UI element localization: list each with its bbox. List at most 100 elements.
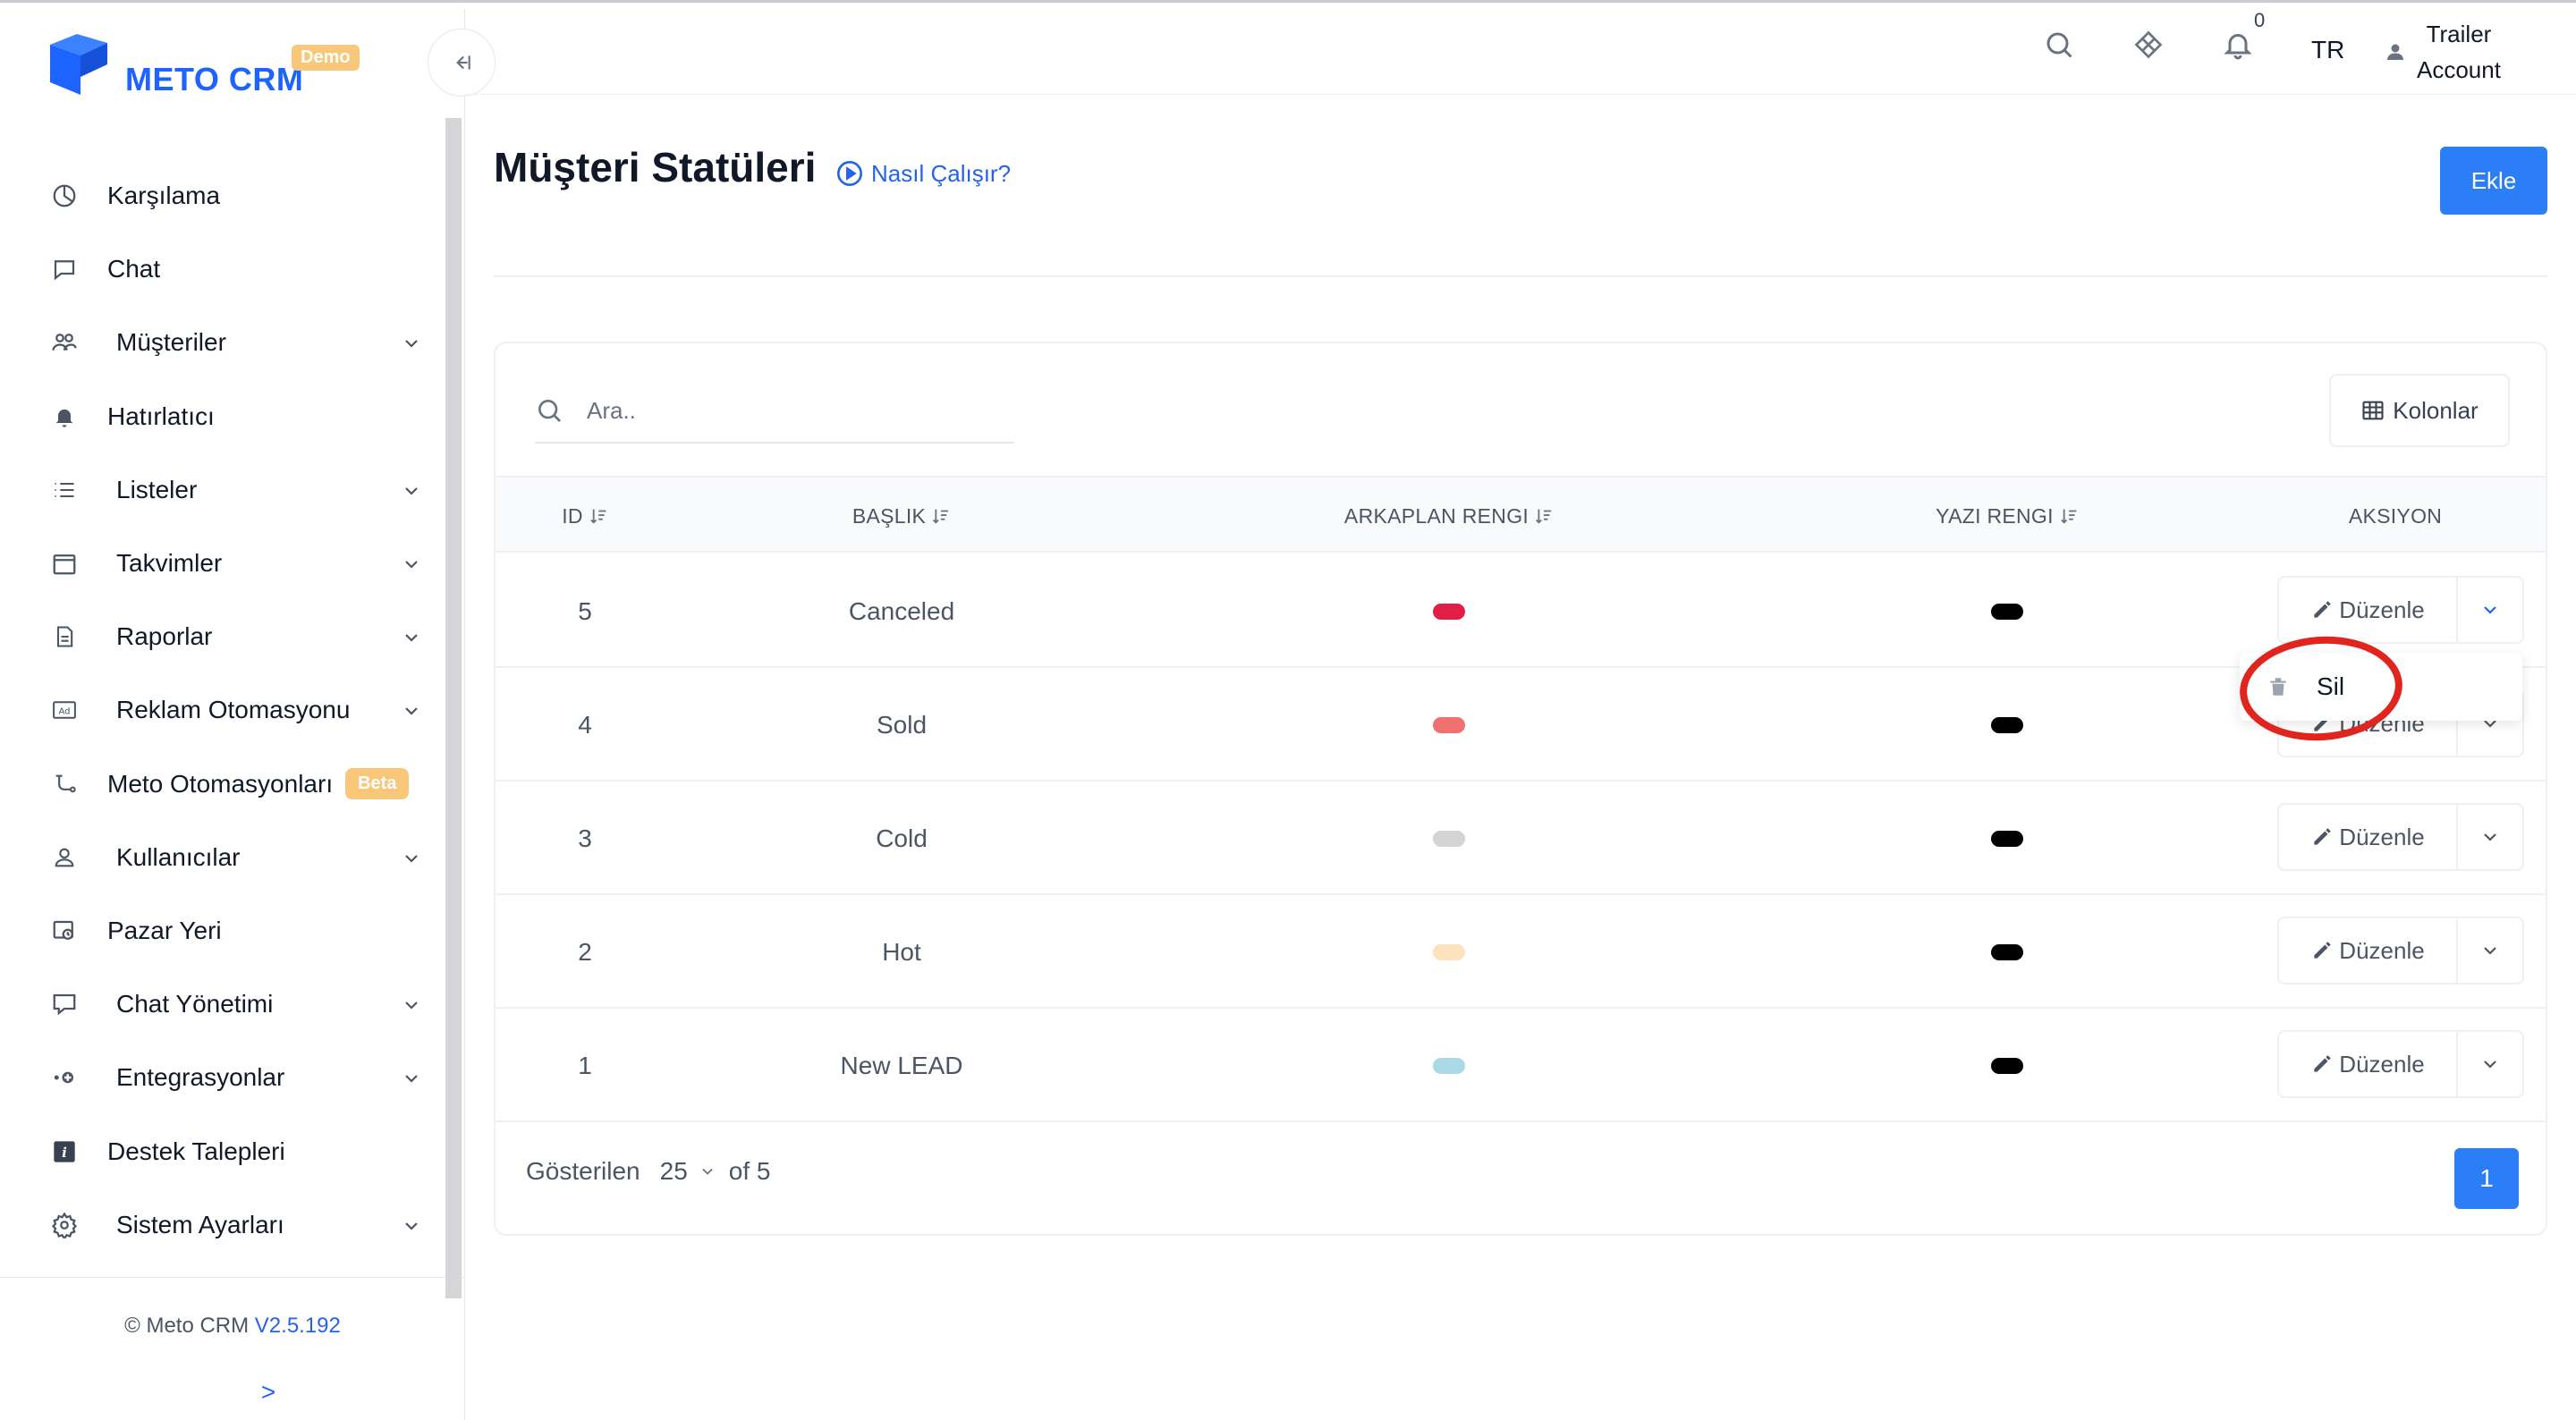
total-count: of 5 — [728, 1157, 771, 1185]
sidebar-item-label: Karşılama — [107, 182, 221, 210]
user-icon — [47, 840, 82, 875]
sidebar-item-label: Raporlar — [116, 622, 213, 651]
sidebar-scrollbar[interactable] — [445, 118, 462, 1298]
expand-sidebar-button[interactable]: > — [0, 1378, 537, 1407]
users-icon — [47, 325, 82, 360]
edit-button[interactable]: Düzenle — [2279, 918, 2458, 983]
user-icon — [2387, 44, 2403, 60]
sidebar-item-13[interactable]: i Destek Talepleri — [47, 1114, 422, 1188]
table-header: ID BAŞLIK ARKAPLAN RENGI YAZI RENGI AKSI… — [496, 476, 2546, 553]
action-dropdown-toggle[interactable] — [2458, 918, 2522, 983]
sidebar-item-label: Reklam Otomasyonu — [116, 696, 351, 724]
cell-text-color — [1991, 668, 2023, 782]
chevron-down-icon — [401, 553, 422, 574]
sort-icon — [1536, 509, 1552, 524]
bell-icon[interactable] — [2222, 29, 2254, 61]
bg-color-swatch — [1433, 943, 1465, 960]
column-header-title[interactable]: BAŞLIK — [852, 478, 951, 554]
sidebar-item-label: Takvimler — [116, 549, 223, 578]
sidebar-item-1[interactable]: Chat — [47, 232, 422, 306]
column-header-bg-color[interactable]: ARKAPLAN RENGI — [1344, 478, 1554, 554]
pencil-icon — [2314, 942, 2332, 959]
search-input[interactable] — [587, 396, 962, 425]
how-it-works-link[interactable]: Nasıl Çalışır? — [835, 159, 1011, 188]
text-color-swatch — [1991, 716, 2023, 733]
edit-button[interactable]: Düzenle — [2279, 805, 2458, 869]
logo-cube-icon — [50, 34, 107, 95]
sidebar-item-label: Entegrasyonlar — [116, 1063, 285, 1092]
action-dropdown-toggle[interactable] — [2458, 578, 2522, 642]
how-it-works-label: Nasıl Çalışır? — [871, 159, 1012, 187]
action-dropdown-toggle[interactable] — [2458, 1032, 2522, 1096]
columns-button[interactable]: Kolonlar — [2329, 374, 2510, 447]
sidebar-item-14[interactable]: Sistem Ayarları — [47, 1188, 422, 1262]
text-color-swatch — [1991, 603, 2023, 620]
sidebar-item-8[interactable]: Meto Otomasyonları Beta — [47, 748, 422, 821]
sidebar-item-4[interactable]: Listeler — [47, 453, 422, 527]
edit-button[interactable]: Düzenle — [2279, 578, 2458, 642]
sidebar-item-12[interactable]: Entegrasyonlar — [47, 1041, 422, 1114]
edit-button[interactable]: Düzenle — [2279, 1032, 2458, 1096]
edit-label: Düzenle — [2339, 936, 2425, 964]
chevron-down-icon — [2484, 1061, 2496, 1069]
pencil-icon — [2314, 601, 2332, 618]
account-menu[interactable]: Trailer Account — [2385, 16, 2501, 88]
text-color-swatch — [1991, 1057, 2023, 1074]
cell-id: 1 — [578, 1051, 592, 1079]
integrations-diamond-icon[interactable] — [2132, 29, 2165, 61]
chevron-down-icon — [401, 1214, 422, 1236]
ad-icon: Ad — [47, 692, 82, 728]
header-divider — [494, 275, 2547, 277]
cell-title: Canceled — [848, 596, 955, 625]
sidebar-item-6[interactable]: Raporlar — [47, 600, 422, 673]
sidebar-item-9[interactable]: Kullanıcılar — [47, 821, 422, 894]
sort-icon — [933, 509, 949, 524]
pencil-icon — [2314, 1055, 2332, 1072]
sidebar-item-10[interactable]: Pazar Yeri — [47, 894, 422, 968]
cell-id: 2 — [578, 937, 592, 966]
sidebar-item-5[interactable]: Takvimler — [47, 527, 422, 600]
edit-label: Düzenle — [2339, 823, 2425, 850]
action-button-group: Düzenle — [2277, 917, 2524, 985]
cell-text-color — [1991, 554, 2023, 668]
column-header-text-color[interactable]: YAZI RENGI — [1936, 478, 2079, 554]
cell-text-color — [1991, 895, 2023, 1009]
text-color-swatch — [1991, 830, 2023, 847]
column-header-id[interactable]: ID — [562, 478, 608, 554]
plug-icon — [47, 1060, 82, 1095]
chevron-down-icon — [2484, 833, 2496, 841]
add-button[interactable]: Ekle — [2440, 147, 2547, 215]
sidebar-item-11[interactable]: Chat Yönetimi — [47, 968, 422, 1041]
account-name-line2: Account — [2417, 56, 2501, 83]
per-page-select[interactable]: 25 — [660, 1157, 716, 1186]
header-text-color-label: YAZI RENGI — [1936, 503, 2054, 528]
cell-id: 4 — [578, 710, 592, 739]
copyright-text: © Meto CRM — [124, 1314, 250, 1338]
language-selector[interactable]: TR — [2311, 36, 2344, 64]
action-dropdown-toggle[interactable] — [2458, 805, 2522, 869]
svg-text:i: i — [62, 1144, 67, 1160]
sidebar-item-7[interactable]: Ad Reklam Otomasyonu — [47, 673, 422, 747]
app-logo[interactable]: METO CRM — [47, 29, 303, 100]
per-page-value: 25 — [659, 1157, 688, 1185]
cell-bg-color — [1433, 668, 1465, 782]
column-header-action: AKSIYON — [2349, 478, 2442, 554]
sidebar-item-0[interactable]: Karşılama — [47, 159, 422, 232]
marketplace-icon — [47, 913, 82, 949]
table-row: 5 Canceled Düzenle — [496, 554, 2546, 668]
sidebar-nav: Karşılama Chat Müşteriler Hatırlatıcı Listel… — [47, 159, 422, 1262]
search-icon[interactable] — [2043, 29, 2075, 61]
window-top-border — [0, 0, 2576, 9]
list-icon — [47, 472, 82, 508]
chevron-down-icon — [401, 479, 422, 501]
page-button-1[interactable]: 1 — [2454, 1148, 2519, 1209]
cell-bg-color — [1433, 895, 1465, 1009]
automation-icon — [47, 766, 82, 802]
version-link[interactable]: V2.5.192 — [255, 1314, 341, 1338]
sidebar-item-label: Sistem Ayarları — [116, 1210, 284, 1238]
page-title: Müşteri Statüleri — [494, 144, 817, 190]
chevron-down-icon — [401, 626, 422, 647]
sidebar-item-2[interactable]: Müşteriler — [47, 306, 422, 379]
gear-icon — [47, 1207, 82, 1243]
sidebar-item-3[interactable]: Hatırlatıcı — [47, 380, 422, 453]
